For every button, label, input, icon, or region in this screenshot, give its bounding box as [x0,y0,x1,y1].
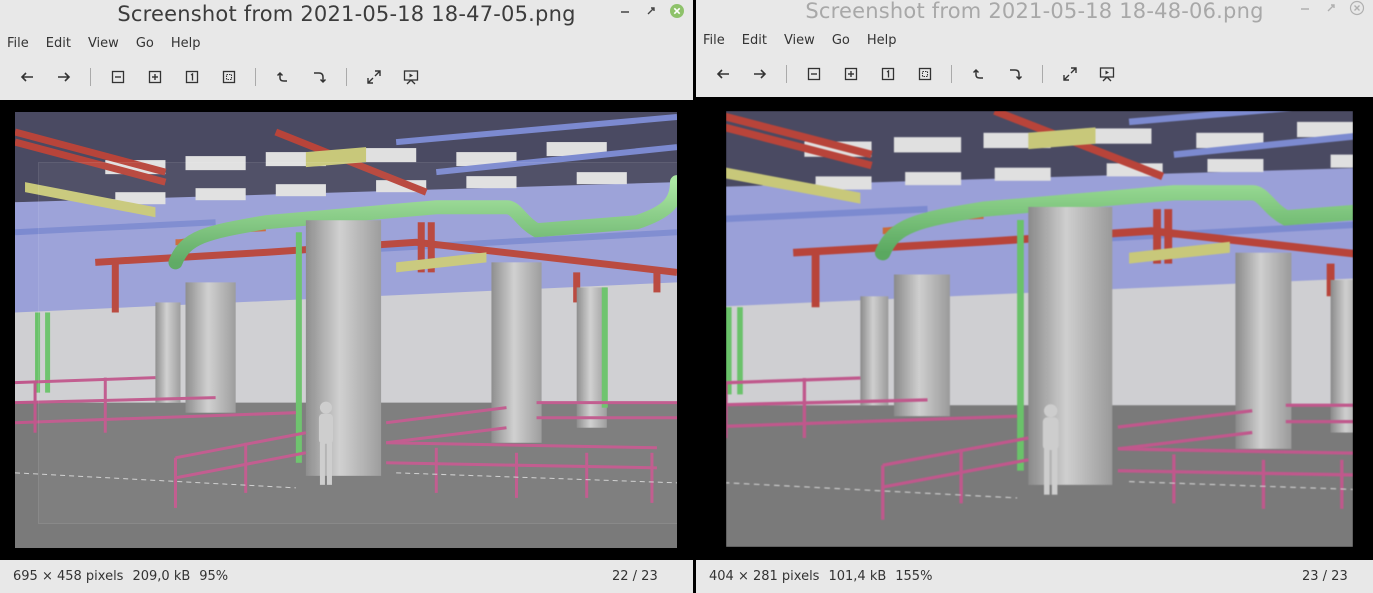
image-position: 23 / 23 [1302,569,1348,584]
file-size: 101,4 kB [828,569,887,584]
toolbar-separator [90,68,91,86]
image-dimensions: 695 × 458 pixels [13,569,124,584]
menu-view[interactable]: View [784,33,815,48]
back-button[interactable] [708,61,738,87]
zoom-out-button[interactable] [103,64,133,90]
zoom-level: 95% [199,569,229,584]
rotate-left-button[interactable] [964,61,994,87]
displayed-image [15,112,677,548]
title-bar[interactable]: Screenshot from 2021-05-18 18-47-05.png [0,0,693,28]
slideshow-button[interactable] [396,64,426,90]
zoom-normal-icon [185,70,199,84]
zoom-fit-icon [222,70,236,84]
toolbar-separator [951,65,952,83]
slideshow-icon [403,70,419,85]
fullscreen-icon [367,70,381,84]
forward-button[interactable] [49,64,79,90]
menu-view[interactable]: View [88,36,119,51]
back-arrow-icon [716,69,729,79]
menu-bar: File Edit View Go Help [0,31,693,55]
zoom-in-icon [148,70,162,84]
zoom-normal-icon [881,67,895,81]
close-icon [1349,0,1365,16]
zoom-fit-icon [918,67,932,81]
menu-help[interactable]: Help [867,33,897,48]
menu-edit[interactable]: Edit [46,36,71,51]
menu-go[interactable]: Go [832,33,850,48]
status-bar: 695 × 458 pixels 209,0 kB 95% 22 / 23 [0,560,693,593]
zoom-level: 155% [895,569,933,584]
rotate-right-icon [1010,69,1023,81]
zoom-in-icon [844,67,858,81]
zoom-fit-button[interactable] [910,61,940,87]
rotate-right-icon [314,72,327,84]
rotate-left-button[interactable] [268,64,298,90]
rotate-left-icon [276,71,287,82]
close-button[interactable] [669,3,685,19]
maximize-button[interactable] [643,3,659,19]
fullscreen-icon [1063,67,1077,81]
zoom-out-icon [111,70,125,84]
zoom-out-icon [807,67,821,81]
window-title: Screenshot from 2021-05-18 18-47-05.png [117,2,576,26]
fullscreen-button[interactable] [1055,61,1085,87]
menu-go[interactable]: Go [136,36,154,51]
image-viewer-window-2: Screenshot from 2021-05-18 18-48-06.png … [696,0,1373,593]
minimize-button[interactable] [1297,0,1313,16]
toolbar-separator [786,65,787,83]
zoom-normal-button[interactable] [873,61,903,87]
zoom-in-button[interactable] [140,64,170,90]
image-canvas[interactable] [0,100,693,560]
slideshow-icon [1099,67,1115,82]
menu-help[interactable]: Help [171,36,201,51]
back-button[interactable] [12,64,42,90]
menu-file[interactable]: File [703,33,725,48]
toolbar [696,59,1373,89]
forward-arrow-icon [58,72,71,82]
image-dimensions: 404 × 281 pixels [709,569,820,584]
back-arrow-icon [20,72,33,82]
forward-arrow-icon [754,69,767,79]
zoom-in-button[interactable] [836,61,866,87]
window-title: Screenshot from 2021-05-18 18-48-06.png [805,0,1264,23]
image-position: 22 / 23 [612,569,658,584]
zoom-fit-button[interactable] [214,64,244,90]
image-canvas[interactable] [696,97,1373,560]
forward-button[interactable] [745,61,775,87]
fullscreen-button[interactable] [359,64,389,90]
toolbar-separator [1042,65,1043,83]
menu-bar: File Edit View Go Help [696,28,1373,52]
menu-file[interactable]: File [7,36,29,51]
toolbar-separator [346,68,347,86]
rotate-left-icon [972,68,983,79]
minimize-button[interactable] [617,3,633,19]
close-icon [670,4,684,18]
zoom-normal-button[interactable] [177,64,207,90]
displayed-image [726,111,1353,547]
toolbar [0,62,693,92]
rotate-right-button[interactable] [305,64,335,90]
maximize-button[interactable] [1323,0,1339,16]
slideshow-button[interactable] [1092,61,1122,87]
image-viewer-window-1: Screenshot from 2021-05-18 18-47-05.png … [0,0,693,593]
file-size: 209,0 kB [132,569,191,584]
zoom-out-button[interactable] [799,61,829,87]
status-bar: 404 × 281 pixels 101,4 kB 155% 23 / 23 [696,560,1373,593]
menu-edit[interactable]: Edit [742,33,767,48]
title-bar[interactable]: Screenshot from 2021-05-18 18-48-06.png [696,0,1373,25]
close-button[interactable] [1349,0,1365,16]
rotate-right-button[interactable] [1001,61,1031,87]
toolbar-separator [255,68,256,86]
